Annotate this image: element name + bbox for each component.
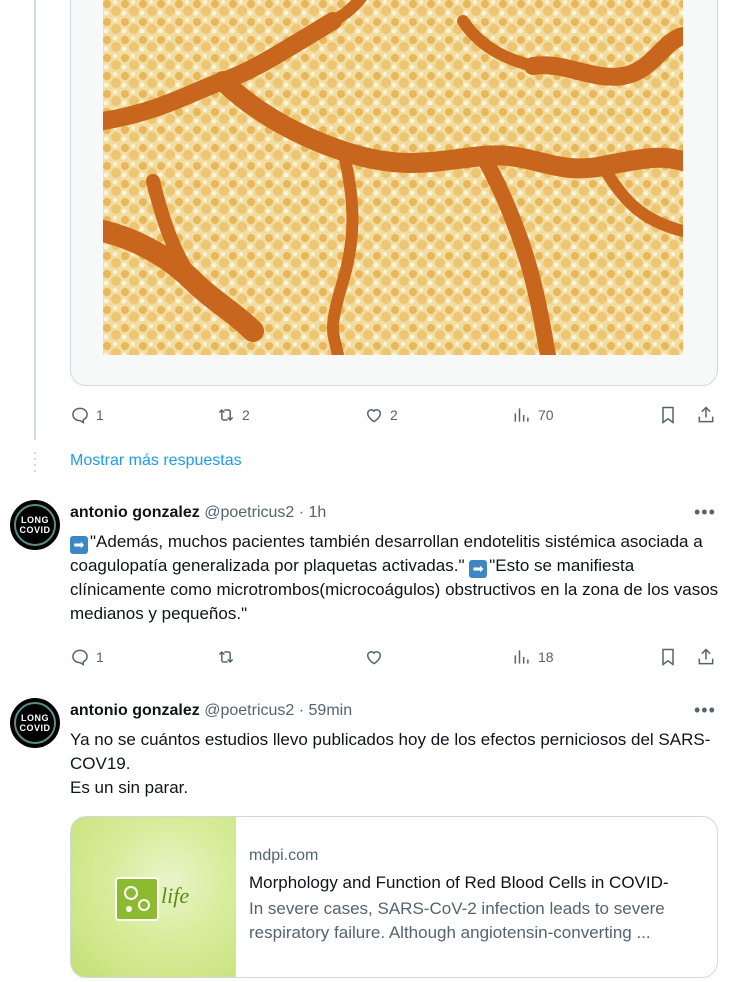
bookmark-icon: [662, 648, 674, 666]
author-handle[interactable]: @poetricus2: [204, 702, 294, 719]
bookmark-button[interactable]: [658, 402, 678, 428]
tweet-text: ➡ "Además, muchos pacientes también desar…: [70, 530, 720, 626]
views-icon: [514, 408, 529, 422]
repost-icon: [218, 650, 234, 664]
avatar-text-bottom: COVID: [19, 723, 51, 733]
tweet-header: antonio gonzalez @poetricus2 · 59min: [70, 702, 352, 720]
top-post-actions: 1 2 2 70: [70, 402, 720, 428]
like-count: 2: [390, 407, 398, 423]
arrow-right-icon: ➡: [70, 536, 88, 554]
reply-count: 1: [96, 649, 104, 665]
journal-logo-icon: [115, 877, 159, 921]
tweet-text: Ya no se cuántos estudios llevo publicad…: [70, 728, 720, 800]
show-more-replies-link[interactable]: Mostrar más respuestas: [70, 452, 242, 470]
share-button[interactable]: [696, 644, 716, 670]
more-icon[interactable]: •••: [694, 502, 716, 523]
tweet-text-line-1: Ya no se cuántos estudios llevo publicad…: [70, 730, 711, 773]
views-count: 18: [538, 649, 554, 665]
thread-dots: [34, 452, 36, 474]
link-title: Morphology and Function of Red Blood Cel…: [249, 873, 669, 892]
bookmark-icon: [662, 406, 674, 424]
journal-wordmark: life: [161, 883, 190, 908]
avatar-text-top: LONG: [21, 713, 49, 723]
share-button[interactable]: [696, 402, 716, 428]
author-handle[interactable]: @poetricus2: [204, 504, 294, 521]
author-name[interactable]: antonio gonzalez: [70, 702, 200, 719]
heart-icon: [366, 651, 382, 665]
reply-count: 1: [96, 407, 104, 423]
share-icon: [698, 648, 714, 665]
repost-button[interactable]: 2: [216, 402, 250, 428]
bookmark-button[interactable]: [658, 644, 678, 670]
microscopy-image[interactable]: [103, 0, 683, 355]
views-button[interactable]: 70: [512, 402, 554, 428]
avatar[interactable]: LONG COVID: [10, 500, 60, 550]
avatar-text-bottom: COVID: [19, 525, 51, 535]
timestamp[interactable]: 59min: [309, 702, 353, 719]
reply-button[interactable]: 1: [70, 402, 104, 428]
repost-count: 2: [242, 407, 250, 423]
avatar-text-top: LONG: [21, 515, 49, 525]
link-description: In severe cases, SARS-CoV-2 infection le…: [249, 899, 665, 942]
tweet-actions: 1 18: [70, 644, 720, 670]
separator: ·: [298, 504, 305, 521]
link-thumbnail: life: [71, 817, 236, 977]
like-button[interactable]: [364, 644, 384, 670]
repost-button[interactable]: [216, 644, 236, 670]
tweet-text-line-2: Es un sin parar.: [70, 778, 189, 797]
like-button[interactable]: 2: [364, 402, 398, 428]
reply-button[interactable]: 1: [70, 644, 104, 670]
heart-icon: [366, 409, 382, 423]
author-name[interactable]: antonio gonzalez: [70, 504, 200, 521]
link-preview-card[interactable]: life mdpi.com Morphology and Function of…: [70, 816, 718, 978]
views-button[interactable]: 18: [512, 644, 554, 670]
arrow-right-icon: ➡: [469, 560, 488, 578]
views-icon: [514, 650, 529, 664]
views-count: 70: [538, 407, 554, 423]
timestamp[interactable]: 1h: [309, 504, 327, 521]
tweet-header: antonio gonzalez @poetricus2 · 1h: [70, 504, 326, 522]
share-icon: [698, 406, 714, 423]
avatar[interactable]: LONG COVID: [10, 698, 60, 748]
reply-icon: [72, 649, 88, 666]
media-card[interactable]: [70, 0, 718, 386]
separator: ·: [298, 702, 305, 719]
link-domain: mdpi.com: [249, 847, 319, 864]
repost-icon: [218, 408, 234, 422]
reply-icon: [72, 407, 88, 424]
thread-line: [34, 0, 36, 440]
more-icon[interactable]: •••: [694, 700, 716, 721]
link-info: mdpi.com Morphology and Function of Red …: [249, 847, 705, 945]
